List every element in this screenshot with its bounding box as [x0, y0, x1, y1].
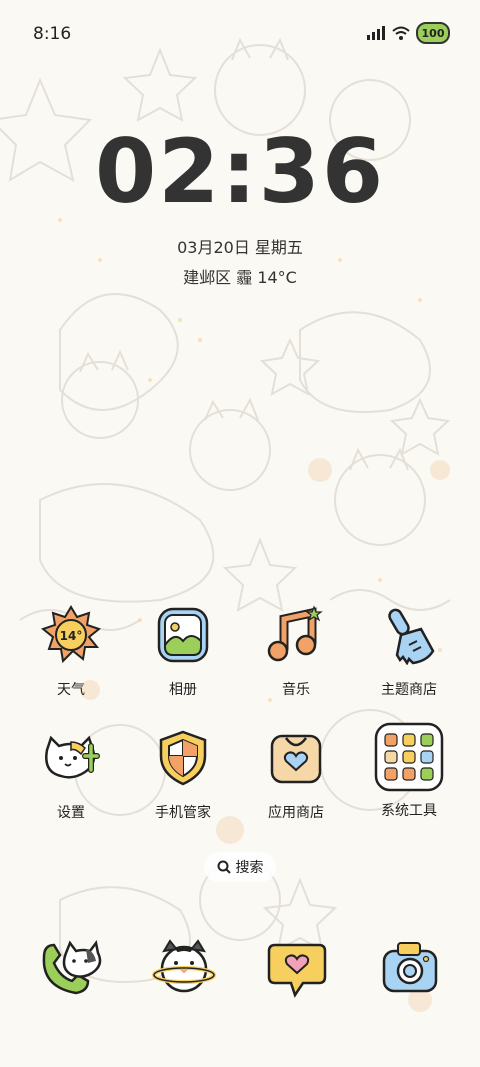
app-app-store[interactable]: 应用商店: [246, 728, 346, 822]
cat-planet-icon[interactable]: [152, 935, 216, 999]
brush-icon: [388, 608, 435, 666]
app-phone-manager[interactable]: 手机管家: [133, 728, 233, 822]
app-label: 音乐: [282, 682, 310, 698]
battery-icon: 100: [416, 22, 450, 44]
camera-icon[interactable]: [378, 935, 442, 999]
music-note-icon: [267, 605, 323, 662]
app-system-tools-folder[interactable]: 系统工具: [359, 722, 459, 820]
app-label: 天气: [57, 682, 85, 698]
app-label: 手机管家: [155, 805, 211, 821]
app-label: 应用商店: [268, 805, 324, 821]
lockscreen-weather: 建邺区 霾 14°C: [183, 268, 297, 287]
lockscreen-clock: 02:36: [94, 120, 386, 223]
app-theme-store[interactable]: 主题商店: [359, 605, 459, 699]
search-label: 搜索: [235, 860, 264, 876]
app-label: 系统工具: [381, 803, 437, 819]
weather-sun-icon: 14°: [40, 605, 102, 664]
weather-temp-label: 14°: [60, 629, 83, 643]
search-button[interactable]: 搜索: [204, 852, 276, 882]
status-time: 8:16: [33, 24, 72, 44]
signal-icon: [367, 26, 385, 40]
wifi-icon: [392, 26, 410, 40]
app-settings[interactable]: 设置: [21, 728, 121, 822]
status-icons: 100: [366, 22, 450, 44]
phone-cat-icon[interactable]: [38, 935, 102, 999]
search-icon: [217, 860, 231, 874]
app-music[interactable]: 音乐: [246, 605, 346, 699]
gallery-icon: [157, 607, 209, 663]
app-store-bag-icon: [270, 734, 322, 784]
app-label: 主题商店: [381, 682, 437, 698]
folder-grid-icon: [374, 722, 444, 792]
app-weather[interactable]: 14° 天气: [21, 605, 121, 699]
cat-settings-icon: [45, 735, 100, 779]
shield-icon: [159, 730, 207, 786]
lockscreen-date: 03月20日 星期五: [177, 238, 303, 257]
app-label: 设置: [57, 805, 85, 821]
chat-heart-icon[interactable]: [265, 935, 329, 999]
app-gallery[interactable]: 相册: [133, 605, 233, 699]
app-label: 相册: [169, 682, 197, 698]
status-bar: 8:16 100: [0, 0, 480, 68]
